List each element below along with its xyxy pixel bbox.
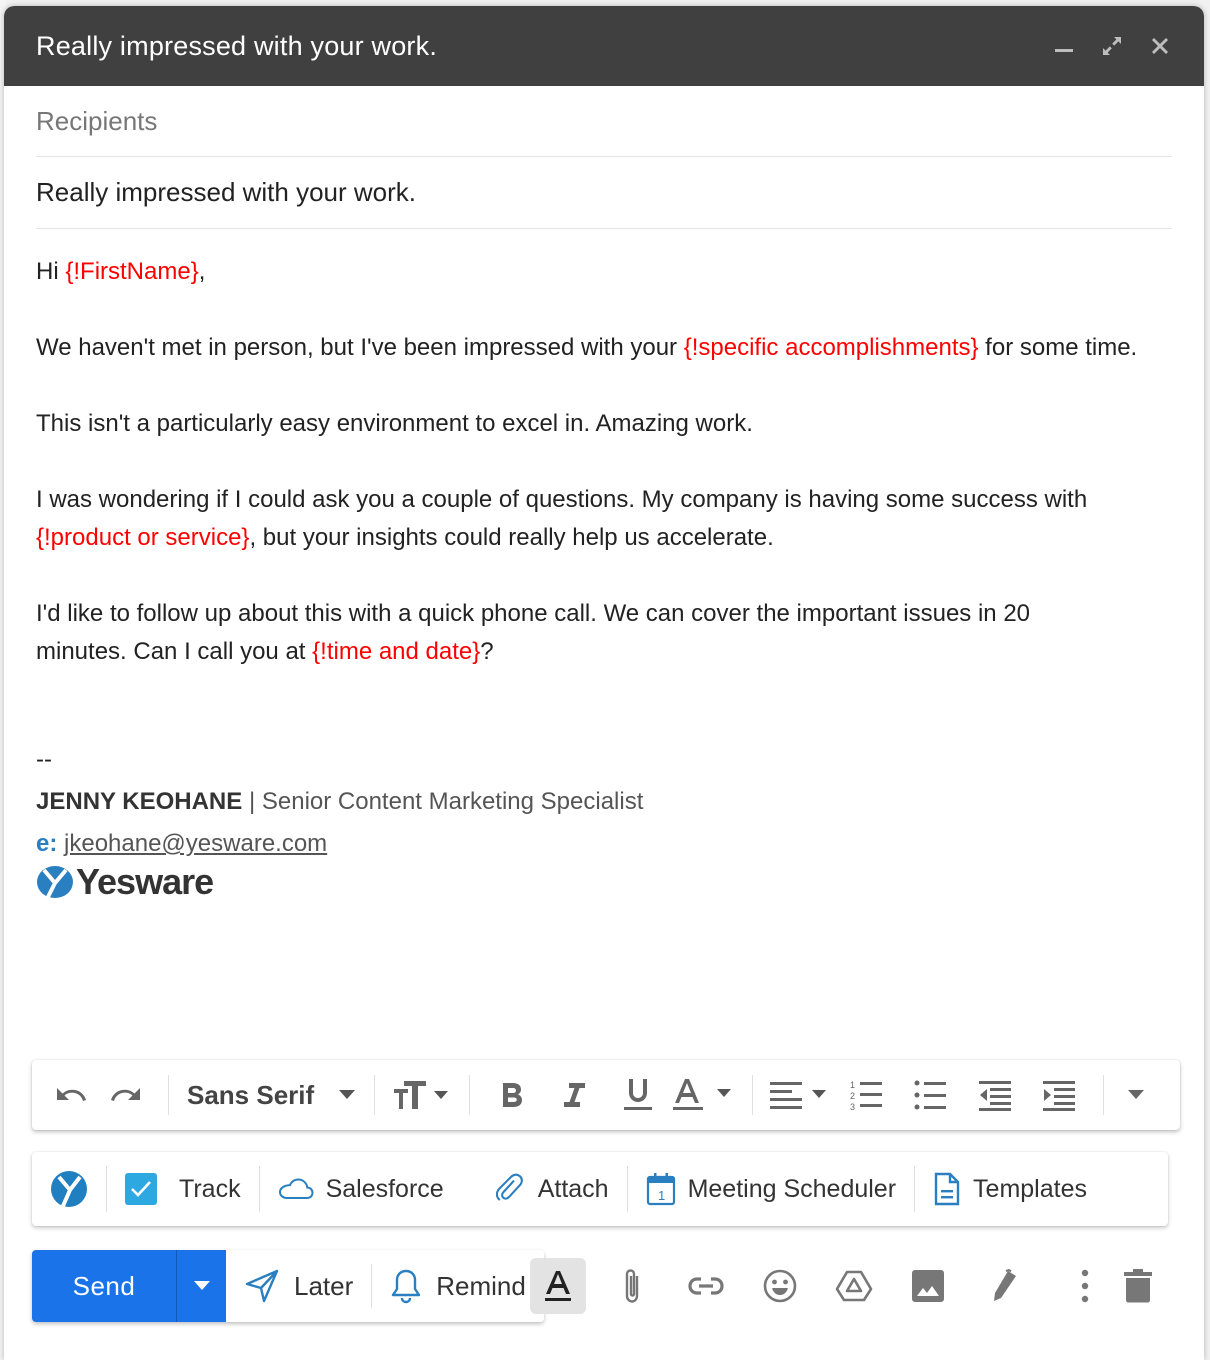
text-size-icon[interactable] [387, 1075, 457, 1115]
redo-icon[interactable] [96, 1075, 156, 1115]
indent-more-icon[interactable] [1027, 1075, 1091, 1115]
discard-draft-icon[interactable] [1118, 1258, 1158, 1314]
paperclip-icon [495, 1173, 523, 1201]
signature: -- JENNY KEOHANE | Senior Content Market… [36, 739, 1172, 903]
merge-field: {!FirstName} [65, 258, 199, 285]
bell-icon [392, 1269, 421, 1304]
text-color-icon[interactable] [670, 1075, 740, 1115]
signature-email-line: e: jkeohane@yesware.com [36, 823, 1172, 865]
undo-icon[interactable] [46, 1075, 96, 1115]
toolbar-divider [106, 1166, 107, 1212]
document-icon [934, 1172, 960, 1206]
yesware-logo-text: Yesware [76, 861, 214, 902]
yesware-logo-mark-icon [37, 866, 73, 898]
merge-field: {!time and date} [312, 638, 481, 665]
svg-text:3: 3 [850, 1102, 855, 1111]
send-later-button[interactable]: Later [226, 1250, 372, 1322]
toolbar-divider [469, 1075, 471, 1115]
toolbar-divider [1103, 1075, 1105, 1115]
toolbar-divider [752, 1075, 754, 1115]
attach-label: Attach [537, 1174, 609, 1203]
bold-icon[interactable] [482, 1075, 542, 1115]
indent-less-icon[interactable] [963, 1075, 1027, 1115]
calendar-icon: 1 [646, 1173, 675, 1206]
track-label: Track [179, 1174, 241, 1203]
svg-text:2: 2 [850, 1091, 855, 1101]
body-paragraph: This isn't a particularly easy environme… [36, 410, 753, 437]
more-formatting-icon[interactable] [1116, 1075, 1156, 1115]
window-title: Really impressed with your work. [36, 30, 438, 61]
send-options-dropdown[interactable] [176, 1250, 226, 1322]
google-drive-icon[interactable] [826, 1258, 882, 1314]
svg-text:1: 1 [850, 1080, 855, 1090]
yesware-logo: Yesware [36, 861, 1172, 903]
meeting-scheduler-label: Meeting Scheduler [687, 1174, 897, 1203]
body-paragraph: We haven't met in person, but I've been … [36, 334, 1138, 361]
cloud-icon [278, 1178, 314, 1199]
templates-button[interactable]: Templates [933, 1171, 1087, 1207]
attach-files-icon[interactable] [604, 1258, 660, 1314]
bottom-tools [530, 1256, 1176, 1316]
recipients-field[interactable]: Recipients [36, 86, 1172, 157]
track-checkbox-icon[interactable] [125, 1173, 157, 1205]
toolbar-divider [374, 1075, 376, 1115]
signature-email-link[interactable]: jkeohane@yesware.com [64, 830, 327, 857]
email-label: e: [36, 830, 58, 857]
yesware-logo-icon [51, 1171, 87, 1207]
signature-name: JENNY KEOHANE [36, 788, 243, 815]
attach-button[interactable]: Attach [495, 1173, 609, 1205]
insert-link-icon[interactable] [678, 1258, 734, 1314]
remind-button[interactable]: Remind [372, 1250, 544, 1322]
track-toggle[interactable]: Track [125, 1173, 241, 1205]
toolbar-divider [258, 1166, 260, 1212]
bulleted-list-icon[interactable] [899, 1075, 963, 1115]
merge-field: {!specific accomplishments} [683, 334, 979, 361]
greeting-paragraph: Hi {!FirstName}, [36, 258, 206, 285]
later-label: Later [294, 1270, 354, 1301]
yesware-menu-button[interactable] [50, 1170, 88, 1208]
numbered-list-icon[interactable]: 123 [835, 1075, 899, 1115]
insert-photo-icon[interactable] [900, 1258, 956, 1314]
expand-icon[interactable] [1100, 34, 1124, 58]
signature-role: Senior Content Marketing Specialist [261, 788, 644, 815]
recipients-placeholder: Recipients [36, 105, 158, 136]
svg-text:1: 1 [658, 1188, 665, 1203]
formatting-options-icon[interactable] [530, 1258, 586, 1314]
more-options-icon[interactable] [1070, 1258, 1100, 1314]
compose-titlebar[interactable]: Really impressed with your work. [4, 6, 1204, 86]
signature-separator: | [248, 788, 256, 815]
underline-icon[interactable] [606, 1075, 670, 1115]
meeting-scheduler-button[interactable]: 1 Meeting Scheduler [646, 1172, 896, 1206]
minimize-icon[interactable] [1052, 34, 1076, 58]
font-family-select[interactable]: Sans Serif [181, 1075, 332, 1115]
message-body[interactable]: Hi {!FirstName}, We haven't met in perso… [4, 229, 1204, 903]
templates-label: Templates [973, 1174, 1087, 1203]
salesforce-label: Salesforce [325, 1174, 444, 1203]
close-icon[interactable] [1148, 34, 1172, 58]
subject-field[interactable]: Really impressed with your work. [36, 157, 1172, 229]
paper-plane-icon [245, 1269, 279, 1303]
send-bar: Send Later Remind [32, 1250, 544, 1322]
formatting-toolbar: Sans Serif 123 [32, 1060, 1180, 1130]
toolbar-divider [626, 1166, 628, 1212]
merge-field: {!product or service} [36, 524, 250, 551]
subject-text: Really impressed with your work. [36, 177, 417, 207]
italic-icon[interactable] [542, 1075, 606, 1115]
salesforce-button[interactable]: Salesforce [278, 1175, 444, 1204]
signature-icon[interactable] [974, 1258, 1030, 1314]
yesware-toolbar: Track Salesforce Attach 1 Meeting Schedu… [32, 1152, 1168, 1226]
toolbar-divider [168, 1075, 169, 1115]
insert-emoji-icon[interactable] [752, 1258, 808, 1314]
signature-name-line: JENNY KEOHANE | Senior Content Marketing… [36, 781, 1172, 823]
toolbar-divider [914, 1166, 916, 1212]
body-paragraph: I was wondering if I could ask you a cou… [36, 486, 1088, 551]
align-icon[interactable] [765, 1075, 835, 1115]
send-button[interactable]: Send [32, 1250, 176, 1322]
remind-label: Remind [436, 1270, 526, 1301]
body-paragraph: I'd like to follow up about this with a … [36, 600, 1031, 665]
font-dropdown-icon[interactable] [332, 1075, 362, 1115]
signature-dash: -- [36, 746, 52, 773]
chevron-down-icon [193, 1281, 210, 1290]
